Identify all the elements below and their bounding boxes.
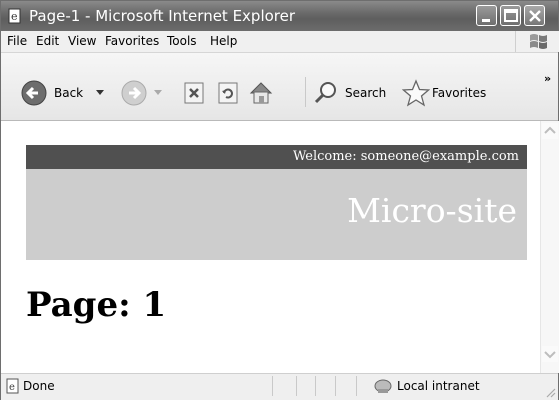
local-intranet-icon [374, 379, 392, 393]
scroll-down-button[interactable] [542, 346, 558, 362]
scroll-up-button[interactable] [542, 123, 558, 139]
menu-favorites[interactable]: Favorites [105, 34, 159, 48]
menu-tools[interactable]: Tools [167, 34, 197, 48]
back-dropdown-icon[interactable] [96, 90, 104, 96]
refresh-icon[interactable] [216, 81, 240, 105]
home-icon[interactable] [248, 80, 274, 106]
forward-dropdown-icon[interactable] [154, 90, 162, 96]
windows-logo-box [515, 31, 559, 52]
menu-file[interactable]: File [7, 34, 27, 48]
menu-bar: File Edit View Favorites Tools Help [1, 31, 558, 53]
site-banner: Micro-site [26, 169, 527, 260]
browser-window: e Page-1 - Microsoft Internet Explorer F… [0, 0, 559, 400]
page-heading: Page: 1 [26, 285, 167, 325]
status-divider [315, 376, 316, 396]
svg-text:e: e [9, 382, 15, 393]
page-viewport: Welcome: someone@example.com Micro-site … [1, 121, 559, 373]
resize-grip-icon[interactable] [544, 386, 556, 398]
favorites-star-icon[interactable] [402, 79, 430, 107]
status-divider [296, 376, 297, 396]
page-status-icon: e [6, 378, 19, 394]
maximize-icon [504, 9, 518, 22]
scroll-down-icon [544, 351, 556, 359]
forward-arrow-icon[interactable] [121, 80, 147, 106]
close-button[interactable] [524, 5, 545, 26]
menu-view[interactable]: View [68, 34, 96, 48]
status-divider [335, 376, 336, 396]
status-divider [272, 376, 273, 396]
search-icon[interactable] [313, 80, 339, 106]
scroll-up-icon [544, 126, 556, 134]
windows-flag-icon [530, 34, 547, 49]
menu-help[interactable]: Help [210, 34, 237, 48]
status-divider [356, 376, 357, 396]
site-title: Micro-site [347, 191, 517, 230]
status-text: Done [23, 379, 55, 393]
back-button-label[interactable]: Back [54, 86, 83, 100]
favorites-button-label[interactable]: Favorites [432, 86, 486, 100]
back-arrow-icon[interactable] [21, 80, 47, 106]
menu-edit[interactable]: Edit [36, 34, 59, 48]
minimize-button[interactable] [476, 5, 497, 26]
window-title: Page-1 - Microsoft Internet Explorer [29, 7, 296, 25]
welcome-text: Welcome: someone@example.com [292, 149, 519, 164]
toolbar-separator [305, 77, 306, 107]
maximize-button[interactable] [500, 5, 521, 26]
site-header-bar: Welcome: someone@example.com [26, 145, 527, 169]
close-icon [529, 10, 541, 22]
title-bar[interactable]: e Page-1 - Microsoft Internet Explorer [1, 1, 558, 31]
svg-text:e: e [11, 10, 18, 23]
security-zone-text: Local intranet [397, 379, 480, 393]
search-button-label[interactable]: Search [345, 86, 386, 100]
ie-page-icon: e [8, 8, 21, 24]
toolbar-overflow-chevron[interactable]: » [544, 72, 551, 85]
minimize-icon [482, 19, 490, 22]
stop-icon[interactable] [182, 81, 206, 105]
status-bar: e Done Local intranet [1, 373, 558, 400]
vertical-scrollbar[interactable] [540, 121, 559, 373]
